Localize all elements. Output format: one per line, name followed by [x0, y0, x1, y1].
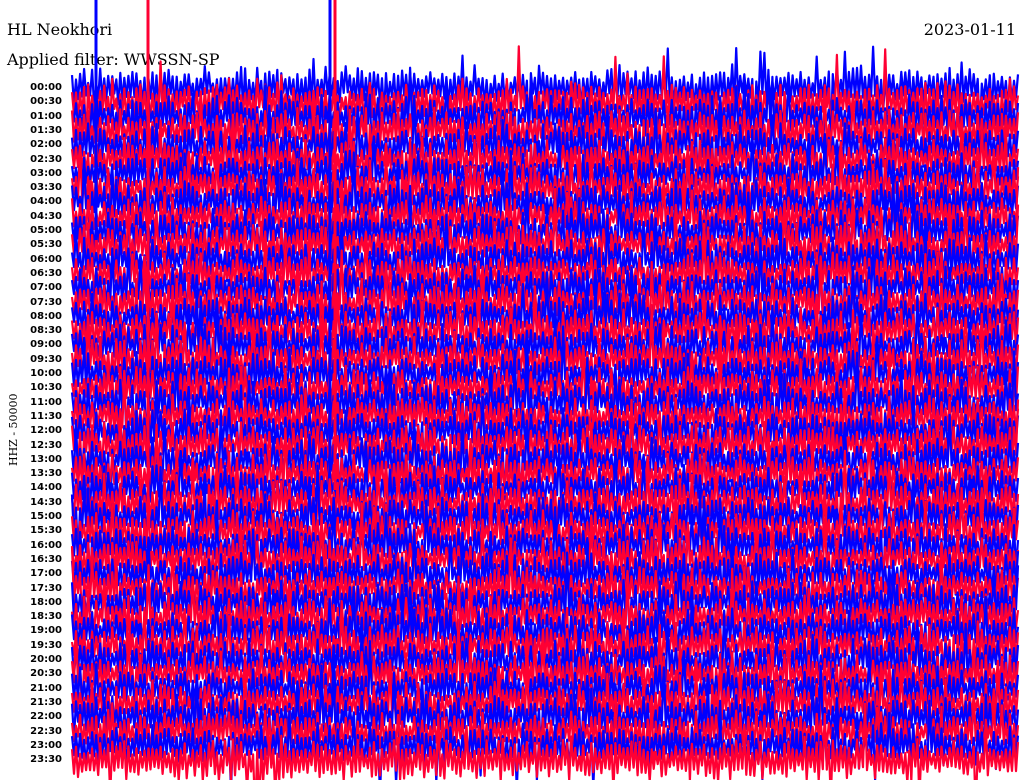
helicorder-plot — [70, 0, 1020, 780]
